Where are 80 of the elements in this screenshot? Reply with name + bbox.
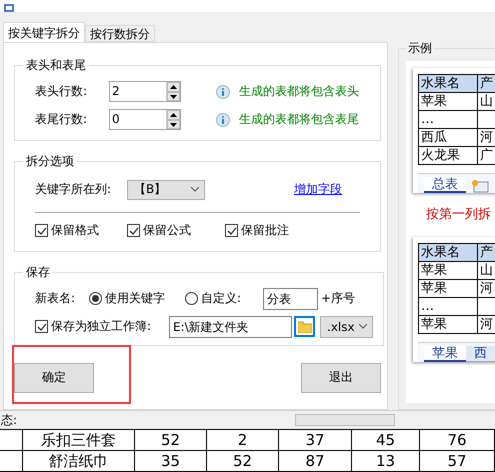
add-field-link[interactable]: 增加字段 <box>294 181 342 198</box>
header-cell: 水果名 <box>419 244 478 262</box>
checkbox-label: 保留格式 <box>51 222 99 240</box>
hint-text: 生成的表都将包含表尾 <box>239 111 359 128</box>
radio-label: 使用关键字 <box>105 290 165 308</box>
spin-field[interactable]: 2 <box>109 81 181 102</box>
table-cell: 76 <box>420 430 495 452</box>
group-title: 拆分选项 <box>25 152 75 170</box>
table-cell: 45 <box>352 430 420 452</box>
table-cell: 13 <box>352 451 420 472</box>
table-cell: 西瓜 <box>419 128 478 147</box>
field-label: 关键字所在列: <box>35 181 112 198</box>
field-label: 表头行数: <box>35 83 88 100</box>
radio-button[interactable] <box>89 292 102 306</box>
browse-button[interactable] <box>294 316 315 338</box>
table-cell: 87 <box>279 451 352 472</box>
table-cell: 火龙果 <box>419 146 478 165</box>
checkbox[interactable] <box>225 224 238 238</box>
table-cell: 35 <box>135 451 207 472</box>
table-cell: 52 <box>135 430 207 452</box>
name-field[interactable]: 分表 <box>263 288 318 310</box>
header-cell: 产 <box>478 74 495 93</box>
checkbox-label: 保留批注 <box>241 222 289 240</box>
suffix-text: +序号 <box>321 290 356 308</box>
example-caption: 按第一列拆 <box>426 206 492 223</box>
header-cell: 产 <box>478 244 495 262</box>
table-cell: 广 <box>478 146 495 165</box>
group-title: 表头和表尾 <box>25 56 87 74</box>
chevron-down-icon <box>191 187 199 192</box>
up-arrow-icon[interactable] <box>170 113 177 118</box>
hint-text: 生成的表都将包含表头 <box>239 83 359 100</box>
down-arrow-icon[interactable] <box>170 122 177 127</box>
table-cell: 2 <box>207 430 279 452</box>
up-arrow-icon[interactable] <box>170 85 177 90</box>
radio-label: 自定义: <box>201 290 242 308</box>
table-cell: 苹果 <box>419 280 478 298</box>
table-cell: 57 <box>420 451 495 472</box>
group-title: 示例 <box>407 40 433 57</box>
table-cell: 河 <box>478 128 495 147</box>
info-icon <box>216 112 230 127</box>
sheet-tab[interactable]: 总表 <box>424 176 466 193</box>
checkbox[interactable] <box>35 224 48 238</box>
spin-field[interactable]: 0 <box>109 109 181 130</box>
table-cell: 乐扣三件套 <box>23 430 135 452</box>
table-cell: 37 <box>279 430 352 452</box>
field-label: 表尾行数: <box>35 111 88 128</box>
table-cell: 舒洁纸巾 <box>23 451 135 472</box>
exit-button[interactable]: 退出 <box>301 362 381 393</box>
table-cell: 苹果 <box>419 92 478 111</box>
table-cell: 苹果 <box>419 262 478 280</box>
insert-sheet-icon[interactable] <box>470 178 490 193</box>
tab[interactable]: 按行数拆分 <box>85 24 155 42</box>
confirm-button[interactable]: 确定 <box>14 362 94 393</box>
status-label: 态: <box>1 412 18 429</box>
checkbox-label: 保留公式 <box>143 222 191 240</box>
sheet-tab[interactable]: 西 <box>466 346 495 362</box>
tab[interactable]: 按关键字拆分 <box>3 22 85 42</box>
table-cell: … <box>419 110 478 129</box>
radio-button[interactable] <box>185 292 198 306</box>
table-cell: 山 <box>478 262 495 280</box>
field-label: 新表名: <box>35 290 76 308</box>
chevron-down-icon <box>359 324 367 330</box>
table-cell: 山 <box>478 92 495 111</box>
checkbox[interactable] <box>35 320 48 334</box>
checkbox[interactable] <box>127 224 140 238</box>
table-cell: 52 <box>207 451 279 472</box>
extension-select[interactable]: .xlsx <box>320 316 373 338</box>
checkbox-label: 保存为独立工作簿: <box>51 318 152 336</box>
sheet-tab[interactable]: 苹果 <box>424 346 466 362</box>
table-cell: 苹果 <box>419 316 478 334</box>
down-arrow-icon[interactable] <box>170 94 177 99</box>
folder-icon <box>298 320 312 333</box>
column-select[interactable]: 【B】 <box>127 180 205 200</box>
path-field[interactable]: E:\新建文件夹 <box>169 316 292 338</box>
table-cell: … <box>419 298 478 316</box>
header-cell: 水果名 <box>419 74 478 93</box>
group-title: 保存 <box>25 264 51 281</box>
table-cell: 河 <box>478 316 495 334</box>
table-cell: 河 <box>478 280 495 298</box>
info-icon <box>216 84 230 99</box>
